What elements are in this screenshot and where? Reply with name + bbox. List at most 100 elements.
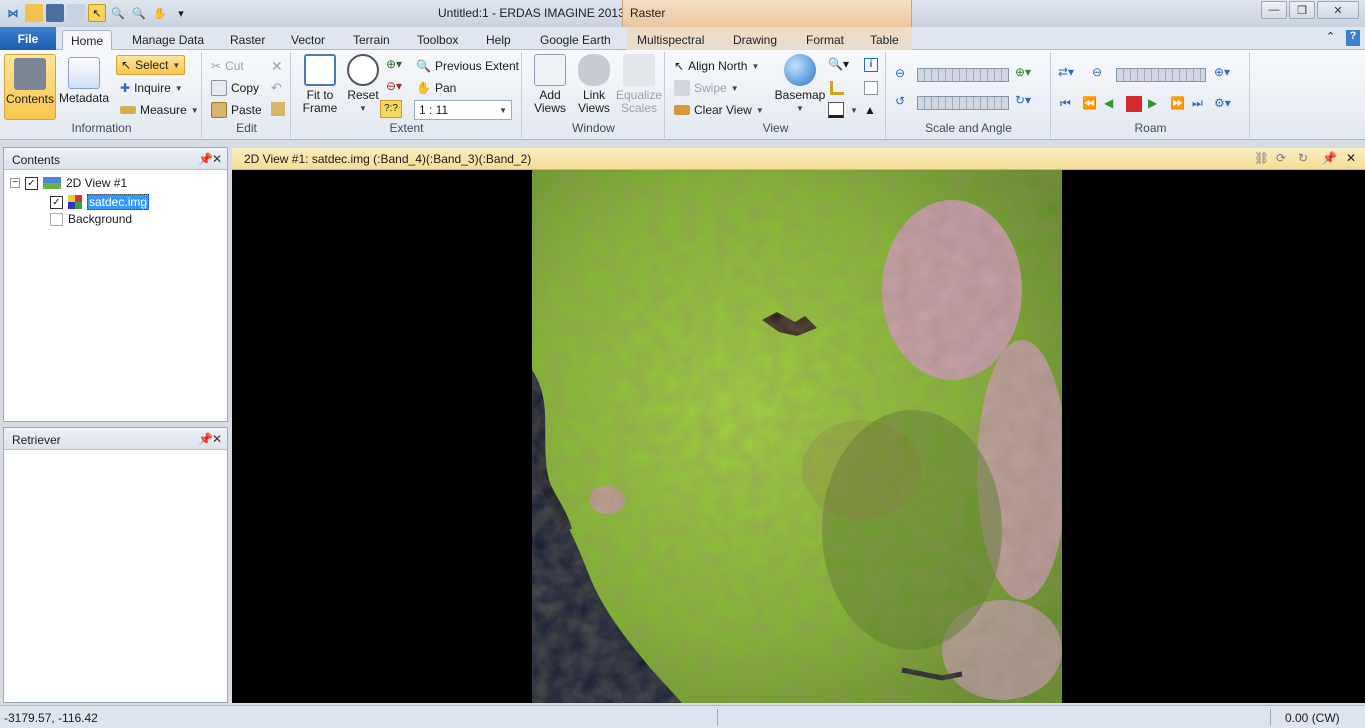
- paste-button[interactable]: Paste: [211, 100, 262, 120]
- info-icon[interactable]: i: [864, 58, 878, 72]
- close-panel-icon[interactable]: ✕: [212, 152, 222, 166]
- checkbox-2d-view[interactable]: ✓: [25, 176, 38, 190]
- eraser-icon[interactable]: [67, 4, 85, 22]
- select-button[interactable]: ↖ Select ▼: [116, 55, 186, 75]
- equalize-scales-button[interactable]: Equalize Scales: [615, 54, 663, 115]
- tree-item-2d-view[interactable]: − ✓ 2D View #1: [10, 176, 127, 190]
- step-back-icon[interactable]: ⏪: [1082, 96, 1098, 112]
- zoom-out-icon[interactable]: ⊖▾: [386, 79, 402, 93]
- tab-raster[interactable]: Raster: [222, 30, 273, 50]
- roam-speed-slow-icon[interactable]: ⊖: [1092, 65, 1102, 79]
- stop-icon[interactable]: [1126, 96, 1142, 112]
- save-icon[interactable]: [46, 4, 64, 22]
- copy-label: Copy: [231, 81, 260, 95]
- last-frame-icon[interactable]: ⏭: [1192, 96, 1208, 112]
- angle-slider[interactable]: [917, 96, 1009, 110]
- zoom-in-icon[interactable]: 🔍: [109, 4, 127, 22]
- background-color-icon[interactable]: [828, 102, 844, 118]
- previous-extent-button[interactable]: 🔍 Previous Extent: [416, 56, 519, 76]
- undo-icon[interactable]: ↶: [271, 80, 282, 96]
- help-icon[interactable]: ?: [1346, 30, 1360, 46]
- cut-button[interactable]: ✂ Cut: [211, 56, 244, 76]
- copy-button[interactable]: Copy: [211, 78, 259, 98]
- roam-speed-slider[interactable]: [1116, 68, 1206, 82]
- zoom-scale-icon[interactable]: ?:?: [380, 100, 402, 118]
- step-forward-icon[interactable]: ⏩: [1170, 96, 1186, 112]
- roam-direction-icon[interactable]: ⇄▾: [1058, 65, 1074, 79]
- checkbox-satdec[interactable]: ✓: [50, 195, 63, 209]
- play-back-icon[interactable]: ◀: [1104, 96, 1120, 112]
- close-view-icon[interactable]: ✕: [1346, 151, 1356, 165]
- pin-icon[interactable]: 📌: [198, 432, 213, 446]
- select-tool-icon[interactable]: ↖: [88, 4, 106, 22]
- app-icon[interactable]: ⋈: [4, 4, 22, 22]
- retriever-panel-header: Retriever: [4, 428, 227, 450]
- link-views-label-2: Views: [578, 101, 610, 115]
- roam-speed-fast-icon[interactable]: ⊕▾: [1214, 65, 1230, 79]
- pin-icon[interactable]: 📌: [198, 152, 213, 166]
- customize-qat-icon[interactable]: ▾: [172, 4, 190, 22]
- tab-help[interactable]: Help: [478, 30, 519, 50]
- open-icon[interactable]: [25, 4, 43, 22]
- tab-table[interactable]: Table: [862, 30, 907, 50]
- pin-icon[interactable]: 📌: [1322, 151, 1337, 165]
- rotate-left-icon[interactable]: ↺: [895, 94, 905, 108]
- corner-icon[interactable]: [830, 81, 844, 95]
- fit-to-frame-button[interactable]: Fit to Frame: [296, 54, 344, 115]
- scale-slider[interactable]: [917, 68, 1009, 82]
- north-icon[interactable]: ▲: [864, 103, 876, 117]
- pan-button[interactable]: ✋ Pan: [416, 78, 456, 98]
- pan-icon[interactable]: ✋: [151, 4, 169, 22]
- collapse-ribbon-icon[interactable]: ⌃: [1326, 30, 1335, 43]
- tab-multispectral[interactable]: Multispectral: [629, 30, 712, 50]
- refresh-icon[interactable]: ↻: [1298, 151, 1308, 165]
- tab-vector[interactable]: Vector: [283, 30, 333, 50]
- close-button[interactable]: ✕: [1317, 1, 1359, 19]
- paste-special-icon[interactable]: [271, 102, 285, 116]
- roam-options-icon[interactable]: ⚙▾: [1214, 96, 1231, 112]
- collapse-icon[interactable]: −: [10, 178, 20, 188]
- tab-toolbox[interactable]: Toolbox: [409, 30, 466, 50]
- magnifier-icon[interactable]: 🔍▾: [828, 57, 849, 71]
- tab-drawing[interactable]: Drawing: [725, 30, 785, 50]
- sync-icon[interactable]: ⟳: [1276, 151, 1286, 165]
- contents-button[interactable]: Contents: [4, 54, 56, 120]
- zoom-in-scale-icon[interactable]: ⊕▾: [1015, 65, 1031, 79]
- chevron-down-icon[interactable]: ▼: [850, 106, 858, 115]
- metadata-button[interactable]: Metadata: [58, 54, 110, 105]
- tree-item-satdec[interactable]: ✓ satdec.img: [50, 194, 150, 210]
- file-tab[interactable]: File: [0, 27, 56, 50]
- north-arrow-icon: ↖: [674, 59, 685, 73]
- frame-icon[interactable]: [864, 81, 878, 95]
- tree-item-background[interactable]: Background: [50, 212, 132, 226]
- minimize-button[interactable]: —: [1261, 1, 1287, 19]
- tab-google-earth[interactable]: Google Earth: [532, 30, 619, 50]
- map-view-canvas[interactable]: [232, 170, 1365, 703]
- reset-button[interactable]: Reset ▼: [344, 54, 382, 115]
- link-views-button[interactable]: Link Views: [571, 54, 617, 115]
- link-icon[interactable]: ⛓: [1254, 151, 1269, 165]
- tab-format[interactable]: Format: [798, 30, 852, 50]
- rotate-right-icon[interactable]: ↻▾: [1015, 93, 1031, 107]
- play-icon[interactable]: ▶: [1148, 96, 1164, 112]
- tab-terrain[interactable]: Terrain: [345, 30, 398, 50]
- align-north-button[interactable]: ↖ Align North ▼: [674, 56, 759, 76]
- group-label-edit: Edit: [236, 121, 257, 135]
- delete-icon[interactable]: ✕: [271, 58, 283, 75]
- add-views-button[interactable]: Add Views: [527, 54, 573, 115]
- first-frame-icon[interactable]: ⏮: [1060, 96, 1076, 112]
- tab-manage-data[interactable]: Manage Data: [124, 30, 212, 50]
- clear-view-button[interactable]: Clear View ▼: [674, 100, 764, 120]
- close-panel-icon[interactable]: ✕: [212, 432, 222, 446]
- inquire-button[interactable]: ✚ Inquire ▼: [120, 78, 183, 98]
- zoom-out-scale-icon[interactable]: ⊖: [895, 66, 905, 80]
- basemap-button[interactable]: Basemap ▼: [775, 54, 825, 115]
- swipe-button[interactable]: Swipe ▼: [674, 78, 739, 98]
- measure-button[interactable]: Measure ▼: [120, 100, 199, 120]
- zoom-out-icon[interactable]: 🔍: [130, 4, 148, 22]
- tab-home[interactable]: Home: [62, 30, 113, 51]
- scale-combobox[interactable]: 1 : 11 ▼: [414, 100, 512, 120]
- zoom-in-icon[interactable]: ⊕▾: [386, 57, 402, 71]
- maximize-button[interactable]: ❐: [1289, 1, 1315, 19]
- checkbox-background[interactable]: [50, 212, 63, 226]
